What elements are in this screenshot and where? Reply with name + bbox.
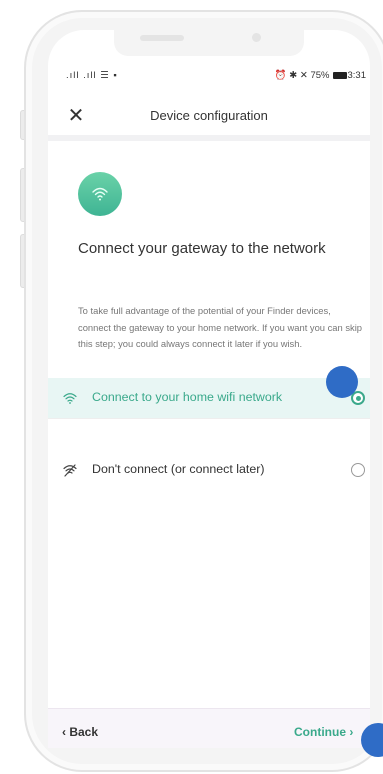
touch-indicator [326, 366, 358, 398]
signal-icons: .ıll .ıll ☰ ▪ [66, 70, 118, 81]
option-label: Connect to your home wifi network [92, 390, 283, 404]
header-divider [48, 135, 370, 141]
wifi-off-icon [63, 464, 77, 477]
option-divider [48, 418, 370, 419]
wifi-icon [92, 187, 108, 201]
wifi-badge [78, 172, 122, 216]
back-button[interactable]: ‹ Back [62, 725, 98, 739]
option-connect-wifi[interactable]: Connect to your home wifi network [48, 378, 370, 418]
section-heading: Connect your gateway to the network [78, 240, 326, 257]
section-description: To take full advantage of the potential … [78, 305, 363, 349]
app-bar: ✕ Device configuration [48, 98, 370, 134]
battery-icon [332, 72, 347, 79]
footer-bar: ‹ Back Continue › [48, 708, 370, 748]
status-icons: ⏰ ✱ ✕ [274, 70, 308, 81]
phone-notch [114, 30, 304, 56]
continue-button[interactable]: Continue › [294, 725, 353, 739]
battery-percent: 75% [310, 70, 330, 81]
status-bar: .ıll .ıll ☰ ▪ ⏰ ✱ ✕ 75% 3:31 [66, 70, 368, 84]
status-right: ⏰ ✱ ✕ 75% 3:31 [275, 70, 366, 81]
continue-label: Continue [294, 725, 346, 739]
wifi-icon [63, 393, 77, 404]
phone-camera [252, 33, 261, 42]
phone-speaker [140, 35, 184, 41]
radio-unselected[interactable] [351, 463, 365, 477]
option-label: Don't connect (or connect later) [92, 462, 265, 476]
page-title: Device configuration [150, 108, 268, 123]
option-dont-connect[interactable]: Don't connect (or connect later) [48, 450, 370, 490]
status-time: 3:31 [347, 70, 367, 81]
back-label: Back [69, 725, 99, 739]
